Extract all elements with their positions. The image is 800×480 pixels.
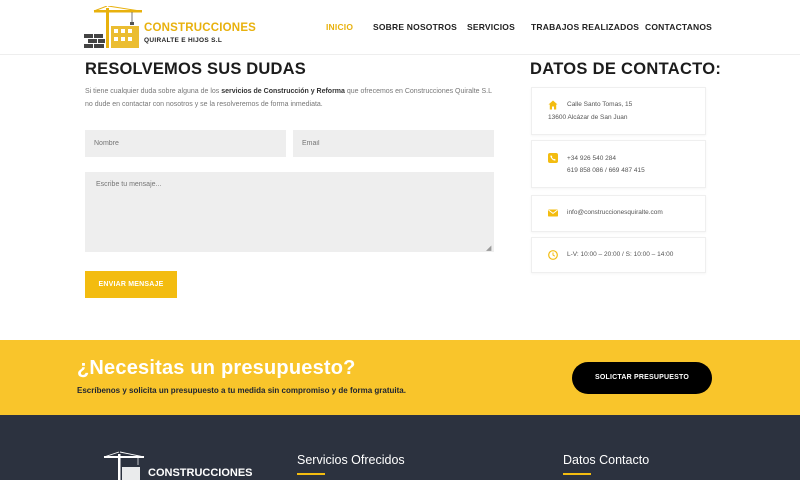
address-line-1: Calle Santo Tomas, 15 <box>567 101 633 108</box>
cta-title: ¿Necesitas un presupuesto? <box>77 357 356 379</box>
crane-logo-icon <box>84 6 142 48</box>
clock-icon <box>548 250 558 260</box>
address-line-2: 13600 Alcázar de San Juan <box>548 114 628 121</box>
form-intro-text-1: Si tiene cualquier duda sobre alguna de … <box>85 88 222 95</box>
email-address[interactable]: info@construccionesquiralte.com <box>567 209 663 216</box>
contact-title: DATOS DE CONTACTO: <box>530 60 722 78</box>
send-message-button[interactable]: ENVIAR MENSAJE <box>85 271 177 298</box>
opening-hours: L-V: 10:00 – 20:00 / S: 10:00 – 14:00 <box>567 251 674 258</box>
footer-heading-underline <box>297 473 325 475</box>
home-icon <box>548 100 558 110</box>
form-intro-services-link: servicios de Construcción y Reforma <box>221 88 345 95</box>
contact-card-address: Calle Santo Tomas, 15 13600 Alcázar de S… <box>531 87 706 135</box>
footer-heading-underline <box>563 473 591 475</box>
contact-card-phone: +34 926 540 284 619 858 086 / 669 487 41… <box>531 140 706 188</box>
form-intro: Si tiene cualquier duda sobre alguna de … <box>85 86 495 111</box>
crane-logo-icon <box>103 451 145 480</box>
request-quote-button[interactable]: SOLICTAR PRESUPUESTO <box>572 362 712 394</box>
nav-item-servicios[interactable]: SERVICIOS <box>467 22 515 32</box>
footer-heading-contact: Datos Contacto <box>563 453 650 467</box>
site-header: CONSTRUCCIONES QUIRALTE E HIJOS S.L INIC… <box>0 0 800 55</box>
contact-card-email: info@construccionesquiralte.com <box>531 195 706 232</box>
envelope-icon <box>548 209 558 217</box>
nav-item-sobre-nosotros[interactable]: SOBRE NOSOTROS <box>373 22 457 32</box>
footer-logo[interactable]: CONSTRUCCIONES <box>100 451 253 480</box>
quote-cta-band: ¿Necesitas un presupuesto? Escríbenos y … <box>0 340 800 415</box>
nav-item-trabajos-realizados[interactable]: TRABAJOS REALIZADOS <box>531 22 639 32</box>
cta-subtitle: Escríbenos y solicita un presupuesto a t… <box>77 386 406 395</box>
nav-item-contactanos[interactable]: CONTACTANOS <box>645 22 712 32</box>
email-input[interactable] <box>293 130 494 157</box>
phone-line-2[interactable]: 619 858 086 / 669 487 415 <box>567 167 645 174</box>
footer-brand-name: CONSTRUCCIONES <box>148 467 253 479</box>
name-input[interactable] <box>85 130 286 157</box>
form-title: RESOLVEMOS SUS DUDAS <box>85 60 306 78</box>
brand-subname: QUIRALTE E HIJOS S.L <box>144 37 223 44</box>
brand-name: CONSTRUCCIONES <box>144 22 257 34</box>
site-footer: CONSTRUCCIONES Servicios Ofrecidos Datos… <box>0 415 800 480</box>
phone-line-1[interactable]: +34 926 540 284 <box>567 155 616 162</box>
contact-card-hours: L-V: 10:00 – 20:00 / S: 10:00 – 14:00 <box>531 237 706 273</box>
phone-icon <box>548 153 558 163</box>
footer-heading-services: Servicios Ofrecidos <box>297 453 405 467</box>
nav-item-inicio[interactable]: INICIO <box>326 22 353 32</box>
resize-handle-icon[interactable]: ◢ <box>486 244 491 252</box>
brand-logo[interactable]: CONSTRUCCIONES QUIRALTE E HIJOS S.L <box>84 6 256 50</box>
message-textarea[interactable] <box>85 172 494 252</box>
